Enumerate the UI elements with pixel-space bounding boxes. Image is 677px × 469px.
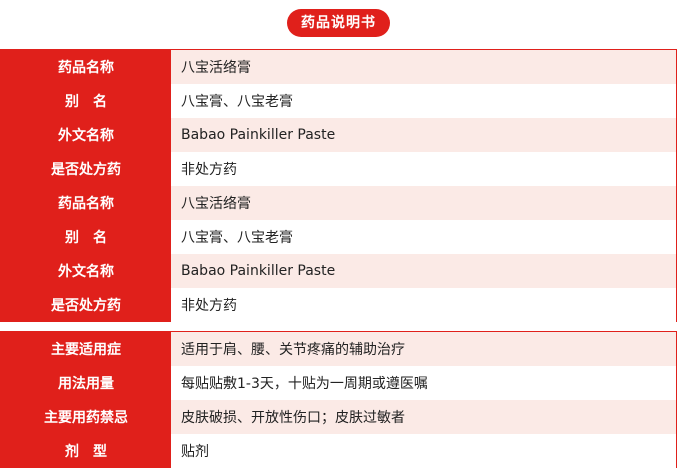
row-value: 非处方药 xyxy=(171,288,676,322)
row-label: 用法用量 xyxy=(1,366,171,400)
table-row: 外文名称 Babao Painkiller Paste xyxy=(1,118,676,152)
table-row: 用法用量 每贴贴敷1-3天，十贴为一周期或遵医嘱 xyxy=(1,366,676,400)
row-value: 八宝活络膏 xyxy=(171,186,676,220)
row-value: Babao Painkiller Paste xyxy=(171,254,676,288)
row-label: 是否处方药 xyxy=(1,152,171,186)
row-label: 外文名称 xyxy=(1,118,171,152)
table-row: 主要用药禁忌 皮肤破损、开放性伤口；皮肤过敏者 xyxy=(1,400,676,434)
info-table-basic: 药品名称 八宝活络膏 别 名 八宝膏、八宝老膏 外文名称 Babao Paink… xyxy=(0,49,677,322)
title-bar: 药品说明书 xyxy=(0,9,677,37)
table-row: 是否处方药 非处方药 xyxy=(1,288,676,322)
table-row: 剂 型 贴剂 xyxy=(1,434,676,468)
row-label: 别 名 xyxy=(1,220,171,254)
table-row: 药品名称 八宝活络膏 xyxy=(1,186,676,220)
row-label: 药品名称 xyxy=(1,186,171,220)
drug-info-page: 药品说明书 药品名称 八宝活络膏 别 名 八宝膏、八宝老膏 外文名称 Babao… xyxy=(0,0,677,469)
table-row: 药品名称 八宝活络膏 xyxy=(1,50,676,84)
row-label: 是否处方药 xyxy=(1,288,171,322)
row-label: 别 名 xyxy=(1,84,171,118)
row-label: 药品名称 xyxy=(1,50,171,84)
row-value: 适用于肩、腰、关节疼痛的辅助治疗 xyxy=(171,332,676,366)
table-row: 外文名称 Babao Painkiller Paste xyxy=(1,254,676,288)
row-label: 剂 型 xyxy=(1,434,171,468)
info-table-usage: 主要适用症 适用于肩、腰、关节疼痛的辅助治疗 用法用量 每贴贴敷1-3天，十贴为… xyxy=(0,331,677,468)
row-value: Babao Painkiller Paste xyxy=(171,118,676,152)
row-value: 八宝膏、八宝老膏 xyxy=(171,84,676,118)
table-row: 别 名 八宝膏、八宝老膏 xyxy=(1,84,676,118)
row-label: 主要适用症 xyxy=(1,332,171,366)
row-value: 贴剂 xyxy=(171,434,676,468)
row-value: 八宝膏、八宝老膏 xyxy=(171,220,676,254)
row-value: 非处方药 xyxy=(171,152,676,186)
row-label: 主要用药禁忌 xyxy=(1,400,171,434)
row-value: 八宝活络膏 xyxy=(171,50,676,84)
table-row: 主要适用症 适用于肩、腰、关节疼痛的辅助治疗 xyxy=(1,332,676,366)
row-label: 外文名称 xyxy=(1,254,171,288)
table-row: 别 名 八宝膏、八宝老膏 xyxy=(1,220,676,254)
row-value: 皮肤破损、开放性伤口；皮肤过敏者 xyxy=(171,400,676,434)
table-row: 是否处方药 非处方药 xyxy=(1,152,676,186)
row-value: 每贴贴敷1-3天，十贴为一周期或遵医嘱 xyxy=(171,366,676,400)
page-title: 药品说明书 xyxy=(287,9,390,37)
